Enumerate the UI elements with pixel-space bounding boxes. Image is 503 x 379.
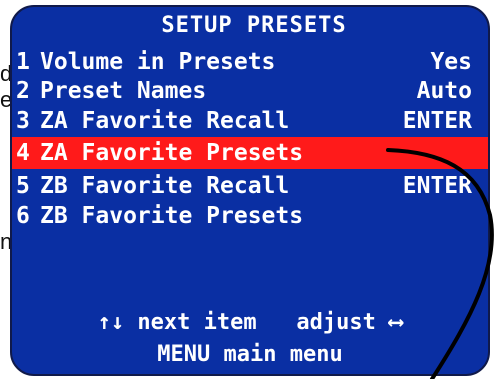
menu-item-preset-names[interactable]: 2 Preset Names Auto [12,75,488,107]
menu-item-label: Volume in Presets [40,49,276,75]
menu-item-number: 4 [16,140,30,166]
screen-title: SETUP PRESETS [161,13,347,38]
menu-item-number: 3 [16,108,30,134]
menu-item-label: ZA Favorite Presets [40,140,304,166]
navigation-hint: ↑↓ next item adjust ⟷ [97,310,403,335]
menu-item-number: 5 [16,173,30,199]
menu-item-za-favorite-recall[interactable]: 3 ZA Favorite Recall ENTER [12,105,488,137]
menu-item-zb-favorite-presets[interactable]: 6 ZB Favorite Presets [12,200,488,232]
menu-item-value: ENTER [402,173,472,199]
menu-item-label: Preset Names [40,78,207,104]
menu-item-number: 1 [16,49,30,75]
menu-item-za-favorite-presets[interactable]: 4 ZA Favorite Presets [12,137,488,169]
menu-item-number: 6 [16,203,30,229]
setup-presets-screen: SETUP PRESETS 1 Volume in Presets Yes 2 … [10,5,490,376]
menu-item-value: Auto [416,78,472,104]
menu-item-value: Yes [430,49,472,75]
menu-item-volume-in-presets[interactable]: 1 Volume in Presets Yes [12,46,488,78]
menu-item-label: ZB Favorite Recall [40,173,290,199]
menu-item-label: ZB Favorite Presets [40,203,304,229]
menu-hint: MENU main menu [157,342,343,367]
menu-item-value: ENTER [402,108,472,134]
menu-item-number: 2 [16,78,30,104]
menu-item-zb-favorite-recall[interactable]: 5 ZB Favorite Recall ENTER [12,170,488,202]
menu-item-label: ZA Favorite Recall [40,108,290,134]
